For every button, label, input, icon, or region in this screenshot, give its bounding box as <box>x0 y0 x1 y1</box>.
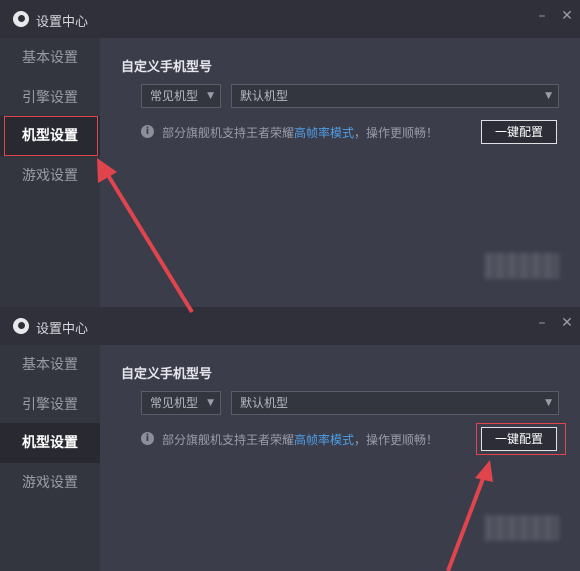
info-icon: i <box>141 125 154 138</box>
device-type-value: 常见机型 <box>150 396 199 410</box>
watermark-blur <box>485 253 559 279</box>
close-icon[interactable]: ✕ <box>558 8 576 24</box>
one-click-config-button[interactable]: 一键配置 <box>481 120 557 144</box>
tip-suffix: ，操作更顺畅！ <box>354 433 439 447</box>
device-model-value: 默认机型 <box>240 396 289 410</box>
tip-prefix: 部分旗舰机支持王者荣耀 <box>162 433 295 447</box>
sidebar: 基本设置 引擎设置 机型设置 游戏设置 <box>0 38 100 307</box>
window-title: 设置中心 <box>36 15 89 30</box>
section-title: 自定义手机型号 <box>121 60 213 75</box>
minimize-icon[interactable]: – <box>533 315 551 331</box>
device-type-value: 常见机型 <box>150 89 199 103</box>
sidebar-item-engine[interactable]: 引擎设置 <box>0 78 100 118</box>
sidebar-item-basic[interactable]: 基本设置 <box>0 345 100 385</box>
minimize-icon[interactable]: – <box>533 8 551 24</box>
device-model-select[interactable]: 默认机型 ▼ <box>231 84 559 108</box>
highlight-box-config-button <box>476 423 566 455</box>
chevron-down-icon: ▼ <box>545 91 552 101</box>
device-type-select[interactable]: 常见机型 ▼ <box>141 84 221 108</box>
high-framerate-link[interactable]: 高帧率模式 <box>294 126 354 140</box>
sidebar-item-device[interactable]: 机型设置 <box>0 423 100 463</box>
tip-text: 部分旗舰机支持王者荣耀高帧率模式，操作更顺畅！ <box>162 431 438 448</box>
tip-text: 部分旗舰机支持王者荣耀高帧率模式，操作更顺畅！ <box>162 124 438 141</box>
device-type-select[interactable]: 常见机型 ▼ <box>141 391 221 415</box>
chevron-down-icon: ▼ <box>545 398 552 408</box>
title-bar: 设置中心 – ✕ <box>0 307 580 345</box>
sidebar-item-game[interactable]: 游戏设置 <box>0 156 100 196</box>
sidebar: 基本设置 引擎设置 机型设置 游戏设置 <box>0 345 100 571</box>
device-model-value: 默认机型 <box>240 89 289 103</box>
sidebar-item-game[interactable]: 游戏设置 <box>0 463 100 503</box>
settings-window-bottom: 设置中心 – ✕ 基本设置 引擎设置 机型设置 游戏设置 自定义手机型号 常见机… <box>0 307 580 571</box>
window-title: 设置中心 <box>36 322 89 337</box>
title-bar: 设置中心 – ✕ <box>0 0 580 38</box>
app-logo-icon <box>13 318 29 334</box>
watermark-blur <box>485 515 559 541</box>
chevron-down-icon: ▼ <box>207 398 214 408</box>
app-logo-icon <box>13 11 29 27</box>
device-model-select[interactable]: 默认机型 ▼ <box>231 391 559 415</box>
settings-window-top: 设置中心 – ✕ 基本设置 引擎设置 机型设置 游戏设置 自定义手机型号 常见机… <box>0 0 580 307</box>
tip-prefix: 部分旗舰机支持王者荣耀 <box>162 126 295 140</box>
info-icon: i <box>141 432 154 445</box>
highlight-box-device-settings <box>4 116 98 156</box>
sidebar-item-engine[interactable]: 引擎设置 <box>0 385 100 425</box>
chevron-down-icon: ▼ <box>207 91 214 101</box>
high-framerate-link[interactable]: 高帧率模式 <box>294 433 354 447</box>
sidebar-item-basic[interactable]: 基本设置 <box>0 38 100 78</box>
section-title: 自定义手机型号 <box>121 367 213 382</box>
tip-suffix: ，操作更顺畅！ <box>354 126 439 140</box>
close-icon[interactable]: ✕ <box>558 315 576 331</box>
